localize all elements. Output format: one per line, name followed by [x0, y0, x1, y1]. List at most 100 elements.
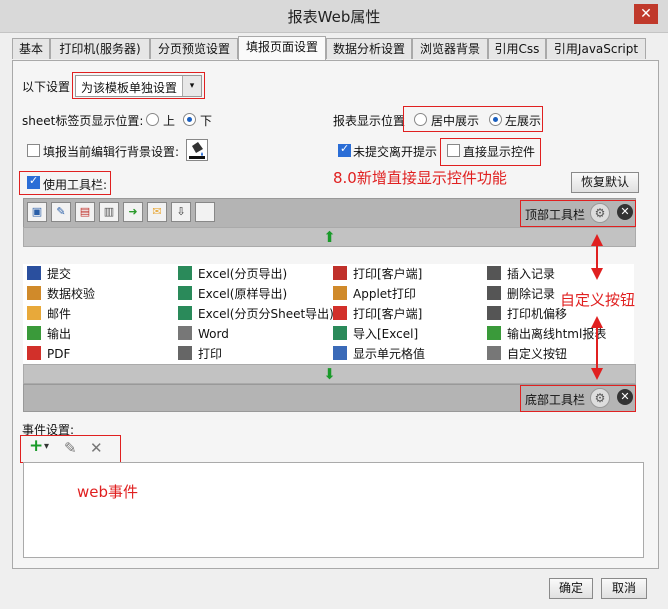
title-bar: 报表Web属性 ✕ [0, 0, 668, 33]
toolbar-button-option[interactable]: 提交 [27, 264, 177, 284]
export-icon[interactable]: ➜ [123, 202, 143, 222]
direct-display-checkbox[interactable] [447, 144, 460, 157]
report-pos-label: 报表显示位置 [333, 114, 406, 128]
add-dropdown-icon[interactable]: ▾ [44, 441, 49, 452]
ok-button[interactable]: 确定 [549, 578, 593, 599]
upload-icon[interactable]: ⇩ [171, 202, 191, 222]
toolbar-button-option-label: 删除记录 [507, 287, 556, 301]
pdf-icon[interactable]: ▤ [75, 202, 95, 222]
toolbar-button-option-label: 数据校验 [47, 287, 96, 301]
window-title: 报表Web属性 [287, 8, 381, 26]
toolbar-button-option-label: Excel(分页分Sheet导出) [198, 307, 334, 321]
radio-sheet-top[interactable] [146, 113, 159, 126]
fill-bg-checkbox[interactable] [27, 144, 40, 157]
toolbar-button-option[interactable]: Word [178, 324, 330, 344]
radio-sheet-top-label: 上 [163, 114, 176, 128]
tab-printer-server[interactable]: 打印机(服务器) [50, 38, 150, 59]
excel-icon [178, 306, 192, 320]
toolbar-button-option-label: PDF [47, 347, 71, 361]
toolbar-buttons-grid: 提交数据校验邮件输出 PDF Excel(分页导出) Excel(原样导出) Excel… [23, 264, 634, 364]
delete-event-icon[interactable]: ✕ [90, 439, 103, 457]
close-toolbar-icon-bottom[interactable]: ✕ [617, 389, 633, 405]
sheet-tab-label: sheet标签页显示位置: [22, 114, 144, 128]
edit-icon[interactable]: ✎ [51, 202, 71, 222]
print-icon[interactable]: ▥ [99, 202, 119, 222]
toolbar-button-option[interactable]: 数据校验 [27, 284, 177, 304]
toolbar-button-option-label: 打印机偏移 [507, 307, 568, 321]
excel-icon [178, 266, 192, 280]
close-toolbar-icon[interactable]: ✕ [617, 204, 633, 220]
tab-javascript[interactable]: 引用JavaScript [546, 38, 646, 59]
toolbar-button-option-label: 输出 [47, 327, 72, 341]
toolbar-button-option[interactable]: 自定义按钮 [487, 344, 634, 364]
toolbar-button-option[interactable]: 邮件 [27, 304, 177, 324]
toolbar-button-option[interactable]: 打印[客户端] [333, 304, 483, 324]
annotation-direct-display: 8.0新增直接显示控件功能 [333, 169, 507, 187]
cancel-button[interactable]: 取消 [601, 578, 647, 599]
close-icon[interactable]: ✕ [634, 4, 658, 24]
annotation-custom-button: 自定义按钮 [560, 291, 636, 309]
offline-html-icon [487, 326, 501, 340]
scope-select[interactable]: 为该模板单独设置 ▾ [75, 75, 202, 97]
toolbar-button-option[interactable]: 打印 [178, 344, 330, 364]
radio-center-label: 居中展示 [431, 114, 480, 128]
insert-row-icon [487, 266, 501, 280]
toolbar-button-option[interactable]: Applet打印 [333, 284, 483, 304]
tab-data-analysis[interactable]: 数据分析设置 [326, 38, 412, 59]
toolbar-button-option[interactable]: Excel(原样导出) [178, 284, 330, 304]
tab-css[interactable]: 引用Css [488, 38, 546, 59]
toolbar-button-option[interactable]: 导入[Excel] [333, 324, 483, 344]
toolbar-button-option-label: 插入记录 [507, 267, 556, 281]
toolbar-button-option[interactable]: 输出 [27, 324, 177, 344]
radio-center[interactable] [414, 113, 427, 126]
unsubmitted-checkbox[interactable] [338, 142, 351, 157]
print-icon [178, 346, 192, 360]
toolbar-button-option-label: 自定义按钮 [507, 347, 568, 361]
toolbar-button-option-label: Word [198, 327, 229, 341]
applet-icon [333, 286, 347, 300]
toolbar-button-option[interactable]: 显示单元格值 [333, 344, 483, 364]
move-icon [487, 306, 501, 320]
print-client-icon [333, 266, 347, 280]
toolbar-button-option-label: 打印 [198, 347, 223, 361]
toolbar-button-option-label: 打印[客户端] [353, 307, 423, 321]
arrow-up-icon[interactable]: ⬆ [24, 228, 635, 246]
gear-icon-bottom[interactable]: ⚙ [590, 388, 610, 408]
toolbar-button-option-label: 打印[客户端] [353, 267, 423, 281]
save-icon[interactable]: ▣ [27, 202, 47, 222]
cell-icon [333, 346, 347, 360]
paint-bucket-icon[interactable] [186, 139, 208, 161]
word-icon [178, 326, 192, 340]
delete-row-icon [487, 286, 501, 300]
toolbar-button-option[interactable]: 打印[客户端] [333, 264, 483, 284]
tab-fill-page[interactable]: 填报页面设置 [238, 36, 326, 60]
mail-icon[interactable]: ✉ [147, 202, 167, 222]
restore-default-button[interactable]: 恢复默认 [571, 172, 639, 193]
move-up-bar[interactable]: ⬆ [23, 227, 636, 247]
radio-sheet-bottom[interactable] [183, 113, 196, 126]
toolbar-button-option[interactable]: PDF [27, 344, 177, 364]
chevron-down-icon[interactable]: ▾ [182, 76, 201, 96]
toolbar-button-option[interactable]: 插入记录 [487, 264, 634, 284]
add-event-icon[interactable]: + [29, 436, 43, 456]
pdf-print-icon [333, 306, 347, 320]
events-list[interactable] [23, 462, 644, 558]
use-toolbar-checkbox[interactable] [27, 174, 40, 189]
tab-browser-bg[interactable]: 浏览器背景 [412, 38, 488, 59]
toolbar-button-option-label: 提交 [47, 267, 72, 281]
gear-icon [487, 346, 501, 360]
arrow-down-icon[interactable]: ⬇ [24, 365, 635, 383]
gear-icon[interactable]: ⚙ [590, 203, 610, 223]
edit-event-icon[interactable]: ✎ [64, 439, 77, 457]
tab-basic[interactable]: 基本 [12, 38, 50, 59]
toolbar-button-option[interactable]: Excel(分页导出) [178, 264, 330, 284]
check-pencil-icon [27, 286, 41, 300]
toolbar-button-option-label: 邮件 [47, 307, 72, 321]
tab-page-preview[interactable]: 分页预览设置 [150, 38, 238, 59]
radio-left-label: 左展示 [505, 114, 542, 128]
toolbar-button-option[interactable]: Excel(分页分Sheet导出) [178, 304, 334, 324]
radio-left[interactable] [489, 113, 502, 126]
blank-icon[interactable] [195, 202, 215, 222]
toolbar-button-option[interactable]: 输出离线html报表 [487, 324, 634, 344]
move-down-bar[interactable]: ⬇ [23, 364, 636, 384]
